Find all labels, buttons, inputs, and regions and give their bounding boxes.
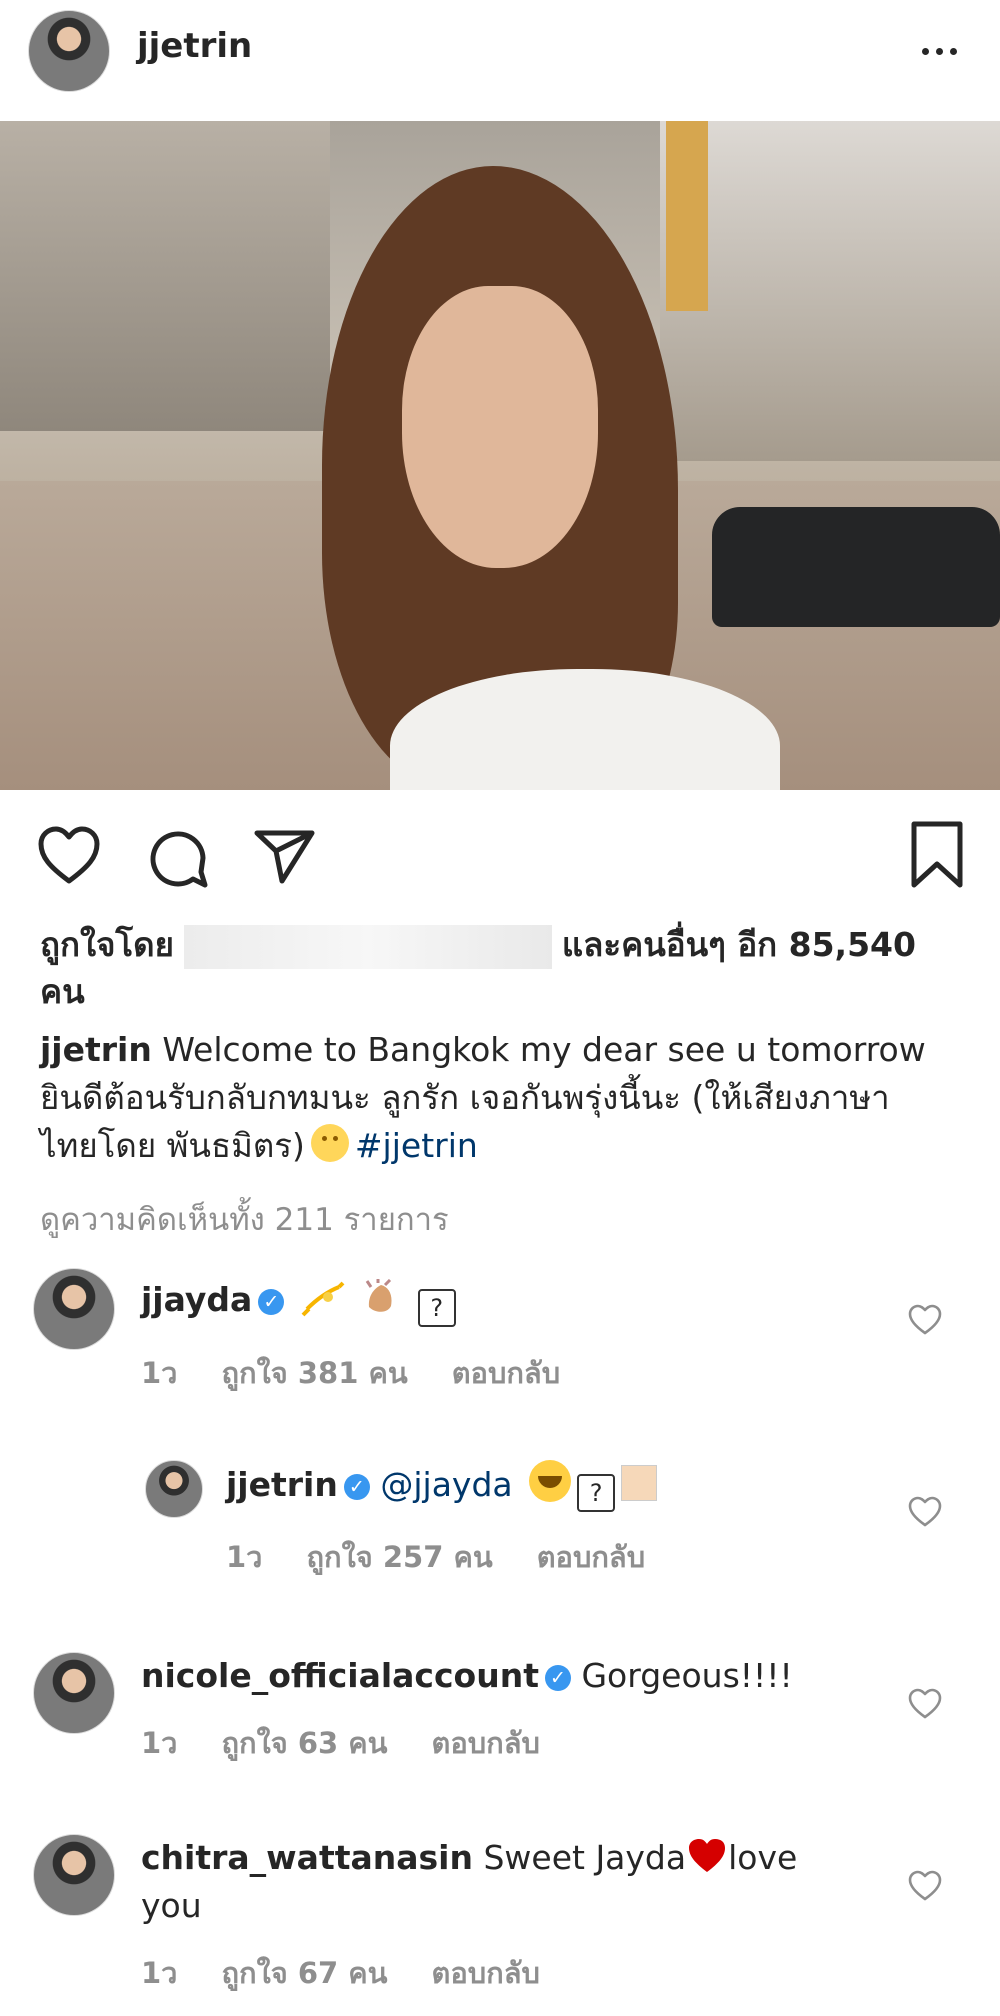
comment-like-count[interactable]: ถูกใจ 257 คน: [306, 1540, 492, 1574]
blurred-liker-names: [183, 924, 552, 969]
comment-row: nicole_officialaccount ✓ Gorgeous!!!! 1ว ถ…: [0, 1652, 1000, 1792]
view-all-comments[interactable]: ดูความคิดเห็นทั้ง 211 รายการ: [40, 1194, 449, 1244]
smile-emoji-icon: [310, 1124, 349, 1162]
comment-like-count[interactable]: ถูกใจ 381 คน: [221, 1356, 407, 1390]
unknown-emoji-icon: ?: [577, 1474, 616, 1512]
comment-like-icon[interactable]: [907, 1496, 943, 1528]
comment-like-icon[interactable]: [907, 1688, 943, 1720]
comment-time: 1ว: [141, 1726, 178, 1760]
comment-like-icon[interactable]: [907, 1870, 943, 1902]
post-photo[interactable]: [0, 121, 1000, 790]
reply-button[interactable]: ตอบกลับ: [452, 1356, 560, 1390]
verified-icon: ✓: [544, 1665, 571, 1691]
post-header: jjetrin: [0, 0, 1000, 120]
comment-meta: 1ว ถูกใจ 67 คน ตอบกลับ: [141, 1950, 584, 1996]
comment-username[interactable]: jjetrin: [226, 1465, 338, 1504]
caption-hashtag[interactable]: #jjetrin: [355, 1126, 478, 1165]
verified-icon: ✓: [258, 1289, 285, 1315]
comment-row: chitra_wattanasin Sweet Jayda love you 1ว…: [0, 1834, 1000, 2016]
caption-line2: ยินดีต้อนรับกลับกทมนะ ลูกรัก เจอกันพรุ่ง…: [40, 1078, 890, 1117]
comment-meta: 1ว ถูกใจ 63 คน ตอบกลับ: [141, 1720, 584, 1766]
comment-like-icon[interactable]: [907, 1304, 943, 1336]
unknown-emoji-icon: ?: [417, 1289, 456, 1327]
post-username[interactable]: jjetrin: [137, 26, 252, 66]
clapping-hands-emoji-icon: [366, 1279, 392, 1312]
share-icon[interactable]: [252, 823, 318, 889]
comment-time: 1ว: [141, 1356, 178, 1390]
comment-username[interactable]: chitra_wattanasin: [141, 1838, 473, 1877]
comment-time: 1ว: [141, 1956, 178, 1990]
caption-username[interactable]: jjetrin: [40, 1030, 152, 1069]
comment-text: chitra_wattanasin Sweet Jayda love you: [141, 1834, 881, 1930]
likes-unit: คน: [40, 971, 85, 1011]
likes-prefix: ถูกใจโดย: [40, 925, 174, 964]
red-heart-emoji-icon: [689, 1839, 726, 1872]
comment-text: jjetrin ✓ @jjayda ?: [226, 1460, 658, 1512]
comment-username[interactable]: nicole_officialaccount: [141, 1656, 539, 1695]
comment-avatar[interactable]: [33, 1268, 115, 1350]
profile-avatar[interactable]: [28, 10, 110, 92]
comment-time: 1ว: [226, 1540, 263, 1574]
comment-meta: 1ว ถูกใจ 257 คน ตอบกลับ: [226, 1534, 689, 1580]
likes-line[interactable]: ถูกใจโดย และคนอื่นๆ อีก 85,540 คน: [40, 922, 960, 1032]
reply-button[interactable]: ตอบกลับ: [432, 1726, 540, 1760]
comment-body: Gorgeous!!!!: [581, 1656, 793, 1695]
reply-button[interactable]: ตอบกลับ: [537, 1540, 645, 1574]
caption-line1: Welcome to Bangkok my dear see u tomorro…: [162, 1030, 926, 1069]
rolling-laughing-emoji-icon: [529, 1460, 572, 1502]
comment-body: Sweet Jayda: [483, 1838, 687, 1877]
comment-meta: 1ว ถูกใจ 381 คน ตอบกลับ: [141, 1350, 604, 1396]
more-icon[interactable]: [922, 48, 957, 55]
comment-avatar[interactable]: [145, 1460, 203, 1518]
comment-username[interactable]: jjayda: [141, 1280, 252, 1319]
comment-avatar[interactable]: [33, 1834, 115, 1916]
like-icon[interactable]: [36, 825, 102, 885]
comment-row: jjetrin ✓ @jjayda ? 1ว ถูกใจ 257 คน ตอบกลับ: [0, 1460, 1000, 1600]
caption-line3: ไทยโดย พันธมิตร): [40, 1126, 305, 1165]
comment-body-continued: love: [728, 1838, 798, 1877]
comment-avatar[interactable]: [33, 1652, 115, 1734]
reply-button[interactable]: ตอบกลับ: [432, 1956, 540, 1990]
comment-text: jjayda ✓ ?: [141, 1276, 456, 1327]
comment-like-count[interactable]: ถูกใจ 63 คน: [221, 1726, 387, 1760]
dizzy-emoji-icon: [301, 1281, 345, 1317]
comment-icon[interactable]: [145, 825, 211, 891]
verified-icon: ✓: [343, 1474, 370, 1500]
comment-row: jjayda ✓ ? 1ว ถูกใจ 381 คน ตอบกลับ: [0, 1268, 1000, 1408]
comment-like-count[interactable]: ถูกใจ 67 คน: [221, 1956, 387, 1990]
bookmark-icon[interactable]: [909, 820, 965, 890]
comment-mention[interactable]: @jjayda: [380, 1465, 512, 1504]
likes-suffix: และคนอื่นๆ อีก 85,540: [561, 925, 916, 964]
post-caption: jjetrin Welcome to Bangkok my dear see u…: [40, 1026, 960, 1170]
skin-tone-emoji-icon: [621, 1465, 658, 1501]
comment-body-last: you: [141, 1886, 202, 1925]
comment-text: nicole_officialaccount ✓ Gorgeous!!!!: [141, 1652, 793, 1700]
